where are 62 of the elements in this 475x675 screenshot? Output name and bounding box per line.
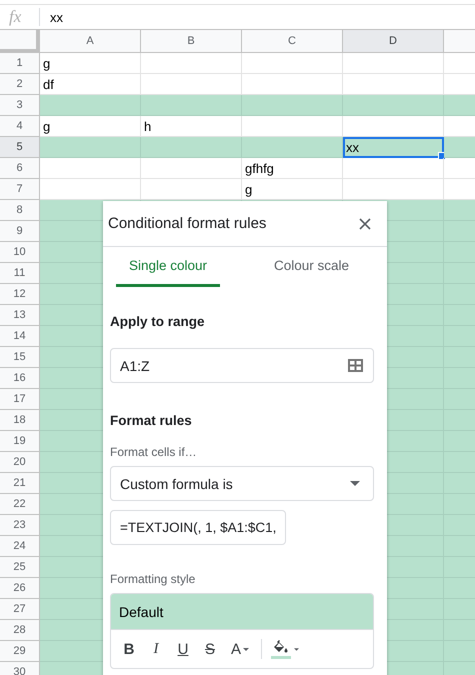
grid-icon[interactable] [348, 359, 363, 372]
row-header[interactable]: 18 [0, 410, 40, 431]
row-header[interactable]: 22 [0, 494, 40, 515]
row-header[interactable]: 20 [0, 452, 40, 473]
column-header[interactable]: C [242, 30, 343, 53]
row-header[interactable]: 25 [0, 557, 40, 578]
close-icon[interactable] [359, 218, 371, 230]
row-header[interactable]: 15 [0, 347, 40, 368]
caret-icon [243, 648, 249, 650]
row-header[interactable]: 7 [0, 179, 40, 200]
row-header[interactable]: 1 [0, 53, 40, 74]
italic-button[interactable]: I [147, 640, 165, 658]
formula-value[interactable]: xx [50, 10, 63, 24]
column-header[interactable]: D [343, 30, 444, 53]
row-header[interactable]: 17 [0, 389, 40, 410]
row-header[interactable]: 11 [0, 263, 40, 284]
tab[interactable]: Colour scale [245, 247, 378, 287]
formula-field[interactable]: =TEXTJOIN(, 1, $A1:$C1, [110, 510, 286, 545]
column-header[interactable]: B [141, 30, 242, 53]
row-header[interactable]: 9 [0, 221, 40, 242]
row-header[interactable]: 10 [0, 242, 40, 263]
row-header[interactable]: 26 [0, 578, 40, 599]
table-cell: xx [343, 137, 444, 158]
table-cell: g [40, 53, 141, 74]
dropdown-caret-icon [350, 481, 360, 486]
row-header[interactable]: 29 [0, 641, 40, 662]
row-header[interactable]: 2 [0, 74, 40, 95]
paint-bucket-icon [273, 640, 289, 654]
function-label: fx [9, 7, 22, 27]
section-heading: Format rules [110, 413, 193, 428]
row-header[interactable]: 13 [0, 305, 40, 326]
underline-button[interactable]: U [174, 640, 192, 658]
row-header[interactable]: 24 [0, 536, 40, 557]
range-field[interactable]: A1:Z [110, 348, 374, 383]
row-header[interactable]: 4 [0, 116, 40, 137]
row-header[interactable]: 8 [0, 200, 40, 221]
style-preview[interactable]: Default [111, 594, 373, 630]
text-colour-button[interactable]: A [228, 640, 252, 658]
tab[interactable]: Single colour [116, 247, 220, 287]
strike-button[interactable]: S [201, 640, 219, 658]
row-header[interactable]: 12 [0, 284, 40, 305]
row-header[interactable]: 6 [0, 158, 40, 179]
field-label: Format cells if… [110, 445, 198, 459]
panel-title: Conditional format rules [108, 215, 266, 232]
table-cell: gfhfg [242, 158, 343, 179]
column-header[interactable]: A [40, 30, 141, 53]
row-header[interactable]: 21 [0, 473, 40, 494]
row-header[interactable]: 5 [0, 137, 40, 158]
row-header[interactable]: 14 [0, 326, 40, 347]
row-header[interactable]: 3 [0, 95, 40, 116]
caret-icon [294, 648, 299, 650]
row-header[interactable]: 23 [0, 515, 40, 536]
row-header[interactable]: 30 [0, 662, 40, 675]
section-heading: Apply to range [110, 314, 206, 329]
row-header[interactable]: 28 [0, 620, 40, 641]
bold-button[interactable]: B [120, 640, 138, 658]
fill-colour-button[interactable] [271, 640, 299, 658]
row-header[interactable]: 19 [0, 431, 40, 452]
field-label: Formatting style [110, 572, 196, 586]
row-header[interactable]: 16 [0, 368, 40, 389]
condition-dropdown[interactable]: Custom formula is [110, 466, 374, 501]
row-header[interactable]: 27 [0, 599, 40, 620]
